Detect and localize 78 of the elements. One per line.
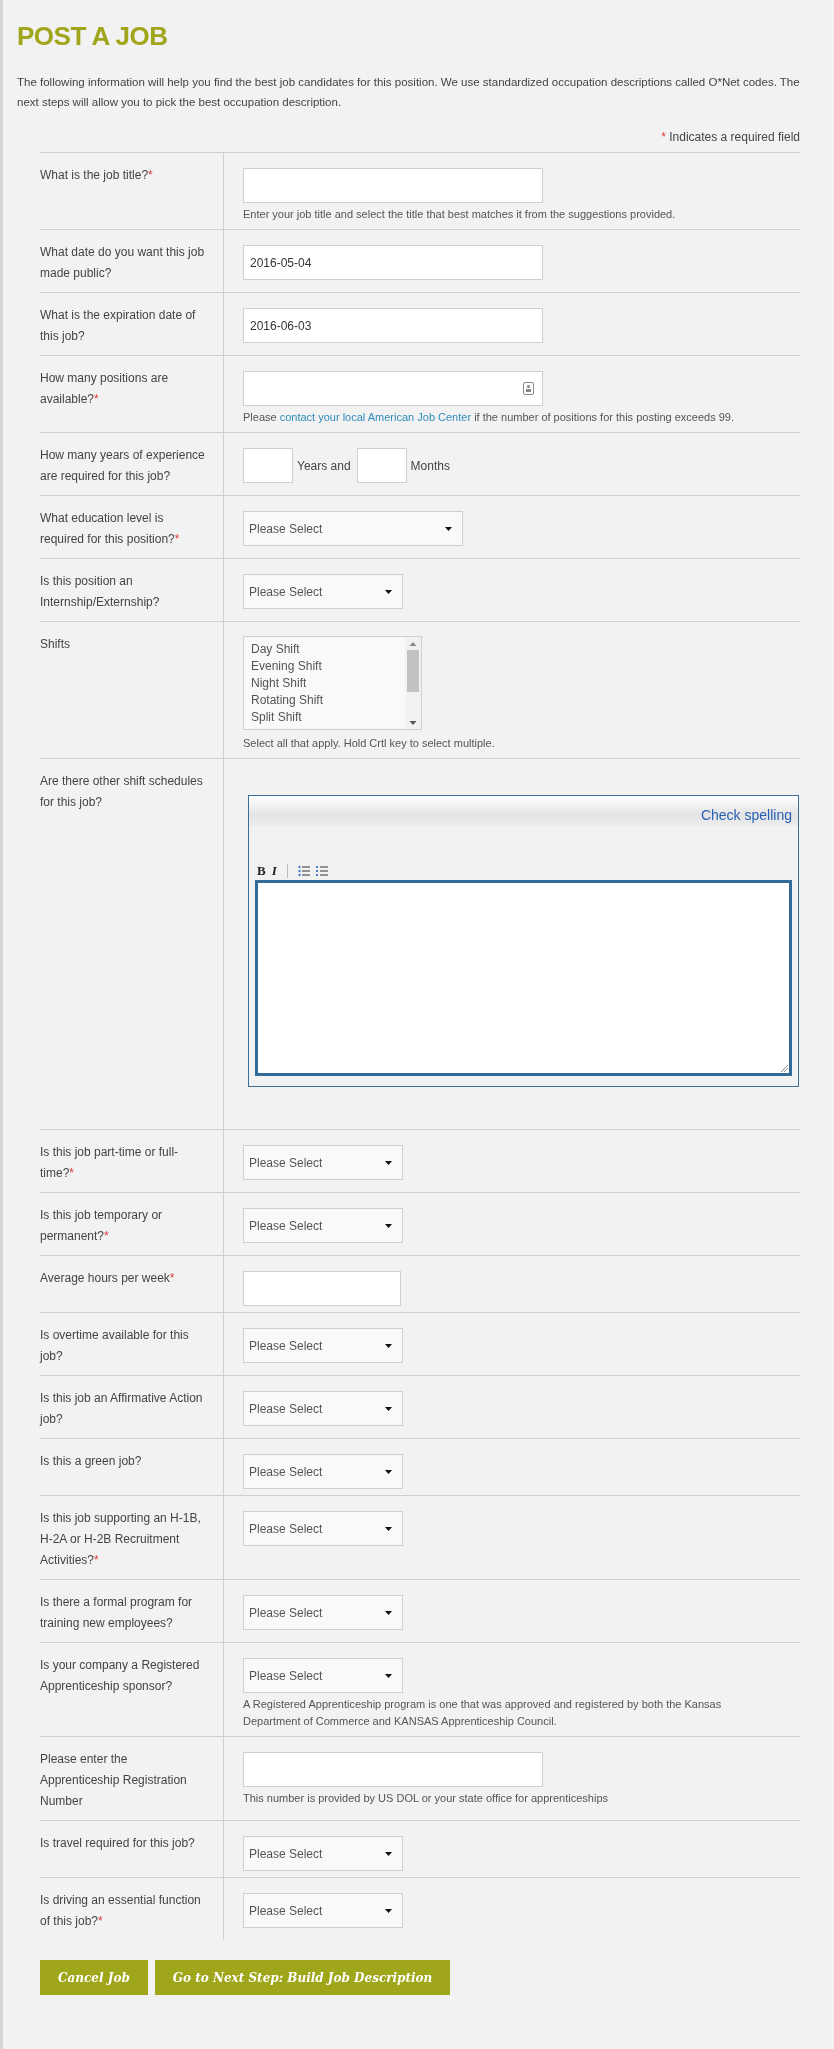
field-label: Are there other shift schedules for this job? <box>40 773 204 811</box>
text-field[interactable] <box>243 168 543 203</box>
field-label: Is driving an essential function of this job?* <box>40 1892 202 1930</box>
text-field[interactable]: 2016-05-04 <box>243 245 543 280</box>
select-dropdown[interactable]: Please Select <box>243 1511 403 1546</box>
field-label: Is this a green job? <box>40 1453 143 1470</box>
field-label: What date do you want this job made public? <box>40 244 206 282</box>
select-dropdown[interactable]: Please Select <box>243 1145 403 1180</box>
caret-icon <box>385 1406 392 1411</box>
select-dropdown[interactable]: Please Select <box>243 1893 403 1928</box>
select-dropdown[interactable]: Please Select <box>243 511 463 546</box>
select-dropdown[interactable]: Please Select <box>243 1595 403 1630</box>
field-label: Average hours per week* <box>40 1270 176 1287</box>
help-link[interactable]: contact your local American Job Center <box>279 411 472 423</box>
text-field[interactable] <box>243 1752 543 1787</box>
bulleted-list-icon[interactable] <box>297 865 310 877</box>
field-label: How many positions are available?* <box>40 370 170 408</box>
caret-icon <box>385 589 392 594</box>
list-option[interactable]: Split Shift <box>251 709 398 726</box>
field-label: What is the job title?* <box>40 167 154 184</box>
number-field[interactable] <box>243 371 543 406</box>
field-label: Shifts <box>40 636 71 653</box>
check-spelling-link[interactable]: Check spelling <box>700 804 792 826</box>
select-dropdown[interactable]: Please Select <box>243 1658 403 1693</box>
numbered-list-icon[interactable] <box>315 865 328 877</box>
field-label: Is this job temporary or permanent?* <box>40 1207 164 1245</box>
help-text: Please contact your local American Job Center if the number of positions for this posting exceeds 99. <box>243 410 734 425</box>
caret-icon <box>385 1223 392 1228</box>
shift-listbox[interactable]: Day Shift Evening Shift Night Shift Rotating Shift Split Shift <box>243 636 422 730</box>
resize-grip-icon[interactable] <box>780 1064 788 1072</box>
field-label: How many years of experience are required for this job? <box>40 447 206 485</box>
field-label: What is the expiration date of this job? <box>40 307 197 345</box>
select-dropdown[interactable]: Please Select <box>243 1208 403 1243</box>
select-dropdown[interactable]: Please Select <box>243 1328 403 1363</box>
field-label: Is there a formal program for training new employees? <box>40 1594 194 1632</box>
required-note: * Indicates a required field <box>661 130 800 144</box>
field-label: Is this job part-time or full-time?* <box>40 1144 180 1182</box>
bold-button[interactable]: B <box>257 863 266 879</box>
help-text: This number is provided by US DOL or your state office for apprenticeships <box>243 1791 608 1806</box>
list-option[interactable]: Evening Shift <box>251 658 398 675</box>
field-label: Please enter the Apprenticeship Registration Number <box>40 1751 188 1810</box>
text-field[interactable]: 2016-06-03 <box>243 308 543 343</box>
select-dropdown[interactable]: Please Select <box>243 1454 403 1489</box>
field-label: Is overtime available for this job? <box>40 1327 190 1365</box>
field-label: Is your company a Registered Apprenticeship sponsor? <box>40 1657 201 1695</box>
intro-text: The following information will help you find the best job candidates for this position. We use standardized occupation descriptions called O*Net codes. The next steps will allow you to pick the best occupation description. <box>17 75 800 110</box>
caret-icon <box>385 1610 392 1615</box>
list-option[interactable]: Day Shift <box>251 641 398 658</box>
field-label: Is this position an Internship/Externship? <box>40 573 161 611</box>
field-label: Is this job supporting an H-1B, H-2A or H-2B Recruitment Activities?* <box>40 1510 202 1569</box>
number-field[interactable] <box>243 448 293 483</box>
field-label: What education level is required for this position?* <box>40 510 181 548</box>
unit-label: Months <box>410 458 450 473</box>
caret-icon <box>385 1673 392 1678</box>
caret-icon <box>445 526 452 531</box>
text-area[interactable] <box>255 880 792 1076</box>
caret-icon <box>385 1526 392 1531</box>
help-text: Select all that apply. Hold Crtl key to select multiple. <box>243 736 495 751</box>
list-option[interactable]: Night Shift <box>251 675 398 692</box>
caret-icon <box>385 1343 392 1348</box>
unit-label: Years and <box>297 458 351 473</box>
italic-button[interactable]: I <box>271 863 277 879</box>
select-dropdown[interactable]: Please Select <box>243 1391 403 1426</box>
page-title: POST A JOB <box>17 20 168 52</box>
caret-icon <box>385 1908 392 1913</box>
text-field[interactable] <box>243 1271 401 1306</box>
caret-icon <box>385 1851 392 1856</box>
contact-card-icon <box>523 382 534 395</box>
field-label: Is this job an Affirmative Action job? <box>40 1390 204 1428</box>
select-dropdown[interactable]: Please Select <box>243 574 403 609</box>
number-field[interactable] <box>356 448 407 483</box>
help-text: Enter your job title and select the title that best matches it from the suggestions provided. <box>243 207 676 222</box>
caret-icon <box>385 1160 392 1165</box>
list-option[interactable]: Rotating Shift <box>251 692 398 709</box>
field-label: Is travel required for this job? <box>40 1835 196 1852</box>
help-text: A Registered Apprenticeship program is one that was approved and registered by both the Kansas Department of Commerce and KANSAS Apprenticeship Council. <box>243 1697 723 1729</box>
select-dropdown[interactable]: Please Select <box>243 1836 403 1871</box>
caret-icon <box>385 1469 392 1474</box>
